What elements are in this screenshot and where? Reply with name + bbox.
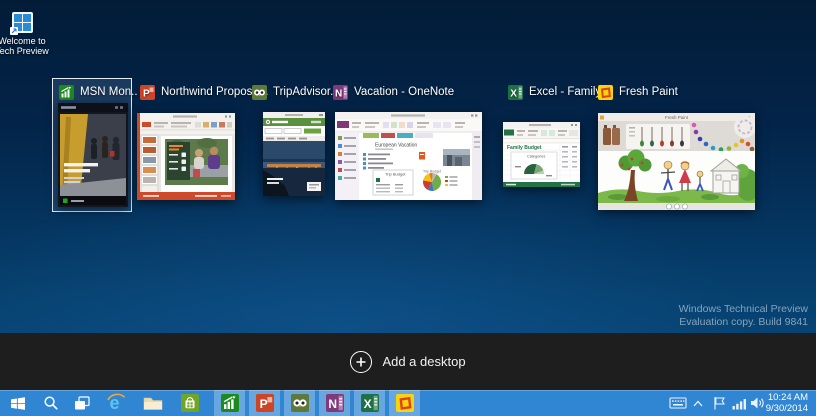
window-thumbnail-fresh-paint[interactable]: Fresh Paint	[598, 113, 755, 210]
desktop-shortcut-welcome[interactable]: Welcome to Tech Preview	[0, 12, 50, 56]
network-signal-icon	[732, 397, 747, 410]
svg-text:N: N	[335, 88, 342, 99]
volume-icon	[750, 396, 765, 410]
window-title-text: Vacation - OneNote	[354, 86, 454, 98]
onenote-icon: N	[333, 85, 348, 100]
shortcut-arrow-icon	[10, 27, 18, 35]
task-view-button[interactable]	[68, 390, 96, 416]
add-desktop-label: Add a desktop	[382, 354, 465, 369]
start-button[interactable]	[0, 390, 36, 416]
fresh-paint-icon	[396, 394, 414, 412]
windows-logo-icon	[12, 12, 33, 33]
fresh-paint-window-title: Fresh Paint	[665, 115, 689, 120]
action-center-button[interactable]	[710, 390, 728, 416]
fresh-paint-icon	[598, 85, 613, 100]
onenote-preview: European Vacation Trip Budget Trip Budge…	[335, 112, 482, 200]
build-watermark: Windows Technical Preview Evaluation cop…	[679, 303, 808, 329]
powerpoint-preview	[137, 113, 235, 200]
powerpoint-icon: P	[140, 85, 155, 100]
onenote-chart-title: Trip Budget	[423, 170, 441, 174]
touch-keyboard-icon	[669, 396, 687, 410]
touch-keyboard-button[interactable]	[666, 390, 690, 416]
hidden-icons-chevron[interactable]	[690, 390, 706, 416]
desktop-strip: Add a desktop	[0, 333, 816, 390]
task-view-label-onenote[interactable]: N Vacation - OneNote	[333, 84, 454, 100]
taskbar-onenote-button[interactable]: N	[319, 390, 350, 416]
task-view-label-fresh-paint[interactable]: Fresh Paint	[598, 84, 678, 100]
clock-time: 10:24 AM	[764, 392, 808, 403]
task-view-label-tripadvisor[interactable]: TripAdvisor...	[252, 84, 340, 100]
msn-money-icon	[221, 394, 239, 412]
excel-sheet-title: Family Budget	[507, 145, 542, 151]
search-button[interactable]	[36, 390, 66, 416]
search-icon	[43, 395, 59, 411]
file-explorer-button[interactable]	[138, 390, 168, 416]
shortcut-label: Welcome to Tech Preview	[0, 36, 50, 56]
network-button[interactable]	[730, 390, 748, 416]
svg-text:P: P	[259, 397, 267, 411]
store-button[interactable]	[175, 390, 205, 416]
powerpoint-icon: P	[256, 394, 274, 412]
store-icon	[181, 394, 199, 412]
svg-text:P: P	[143, 88, 150, 99]
excel-icon: X	[361, 394, 379, 412]
window-thumbnail-tripadvisor[interactable]	[263, 112, 325, 196]
tripadvisor-icon	[252, 85, 267, 100]
taskbar-excel-button[interactable]: X	[354, 390, 385, 416]
internet-explorer-icon: e	[105, 392, 127, 414]
window-thumbnail-excel[interactable]: Family Budget Categories	[503, 122, 580, 187]
task-view-label-msn-money[interactable]: MSN Mon..	[59, 84, 138, 100]
window-title-text: Fresh Paint	[619, 86, 678, 98]
onenote-icon: N	[326, 394, 344, 412]
task-view-screen: Welcome to Tech Preview MSN Mon..	[0, 0, 816, 416]
file-explorer-icon	[143, 395, 163, 411]
task-view-label-excel[interactable]: X Excel - Family...	[508, 84, 610, 100]
clock-date: 9/30/2014	[764, 403, 808, 414]
onenote-budget-title: Trip Budget	[385, 172, 406, 177]
msn-money-preview	[58, 103, 128, 207]
onenote-page-title: European Vacation	[375, 143, 417, 149]
svg-text:N: N	[328, 397, 337, 411]
taskbar-powerpoint-button[interactable]: P	[249, 390, 280, 416]
task-view-label-powerpoint[interactable]: P Northwind Proposa...	[140, 84, 268, 100]
excel-preview: Family Budget Categories	[503, 122, 580, 187]
fresh-paint-preview: Fresh Paint	[598, 113, 755, 210]
taskbar: e	[0, 390, 816, 416]
window-thumbnail-powerpoint[interactable]	[137, 113, 235, 200]
taskbar-clock[interactable]: 10:24 AM 9/30/2014	[764, 390, 808, 416]
window-thumbnail-msn-money[interactable]	[58, 103, 128, 207]
taskbar-msn-money-button[interactable]	[214, 390, 245, 416]
windows-start-icon	[10, 396, 26, 411]
taskbar-tripadvisor-button[interactable]	[284, 390, 315, 416]
plus-circle-icon	[350, 351, 372, 373]
svg-text:X: X	[510, 88, 517, 99]
svg-text:X: X	[363, 397, 371, 411]
tripadvisor-preview	[263, 112, 325, 196]
window-title-text: TripAdvisor...	[273, 86, 340, 98]
add-desktop-button[interactable]: Add a desktop	[350, 351, 465, 373]
flag-icon	[713, 396, 726, 410]
tripadvisor-icon	[291, 394, 309, 412]
window-thumbnail-onenote[interactable]: European Vacation Trip Budget Trip Budge…	[335, 112, 482, 200]
task-view-icon	[74, 396, 90, 411]
chevron-up-icon	[693, 400, 703, 407]
msn-money-icon	[59, 85, 74, 100]
window-title-text: MSN Mon..	[80, 86, 138, 98]
excel-chart-title: Categories	[527, 155, 545, 159]
excel-icon: X	[508, 85, 523, 100]
internet-explorer-button[interactable]: e	[100, 390, 132, 416]
taskbar-fresh-paint-button[interactable]	[389, 390, 420, 416]
